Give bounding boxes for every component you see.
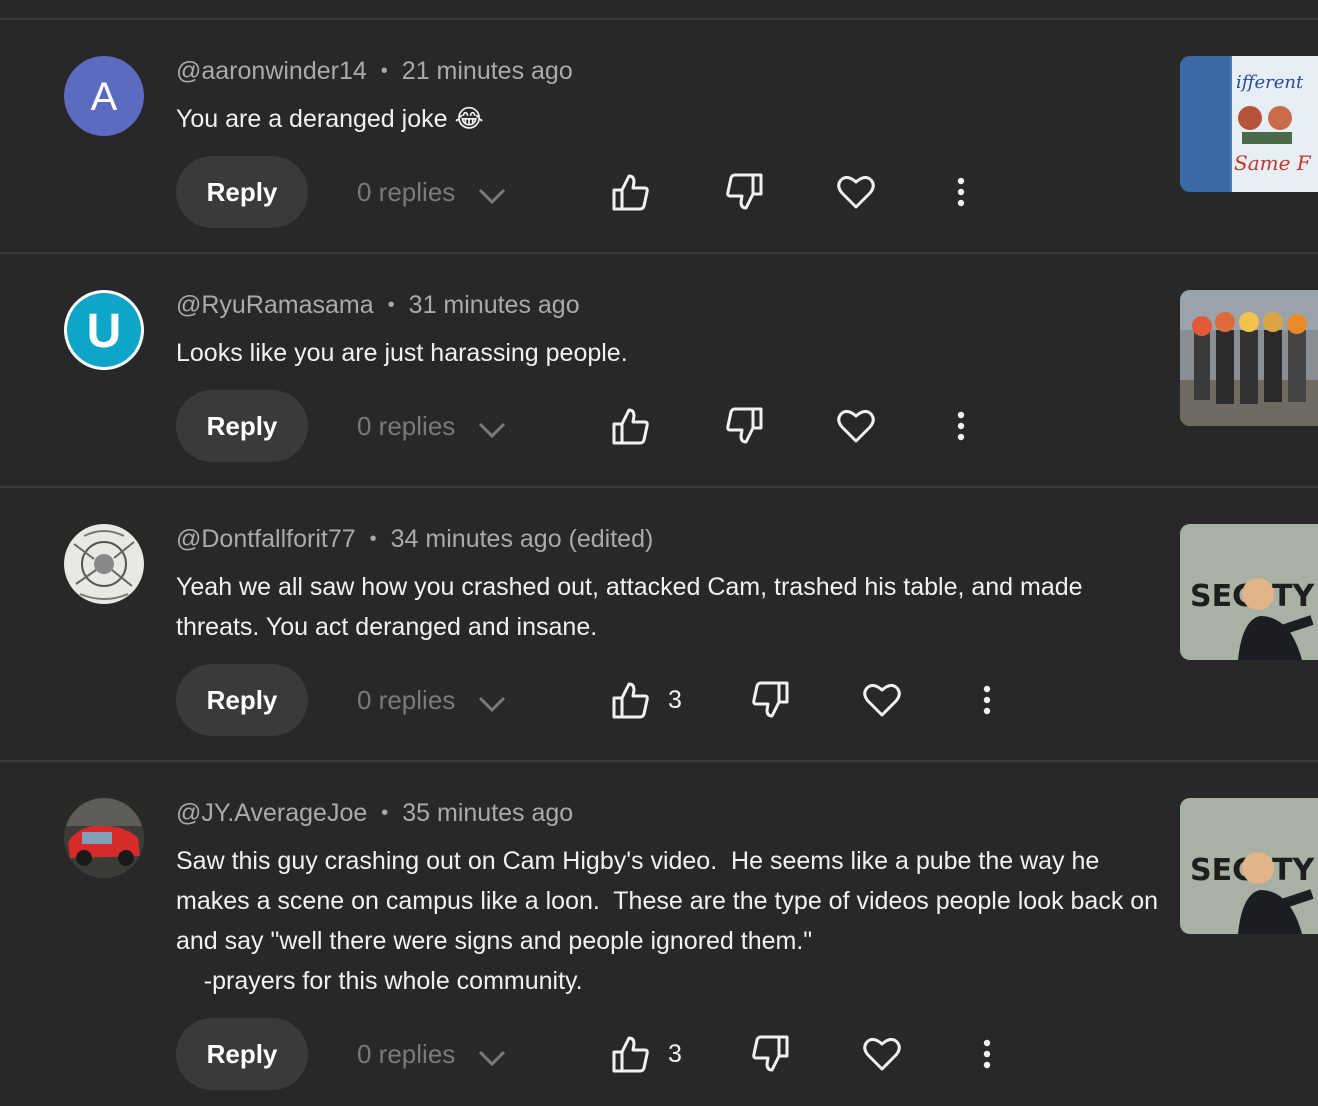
comment-text: You are a deranged joke 😂 (176, 105, 484, 133)
comments-page: A @aaronwinder14 • 21 minutes ago You are … (0, 0, 1318, 1106)
video-thumbnail[interactable]: ifferent Same F (1180, 56, 1318, 192)
more-icon (982, 1039, 992, 1069)
like-button[interactable]: 3 (612, 1032, 682, 1076)
like-icon (612, 172, 650, 212)
heart-button[interactable] (836, 170, 876, 214)
separator-dot: • (387, 294, 395, 316)
avatar[interactable]: U (64, 290, 144, 370)
like-count: 3 (668, 1039, 682, 1068)
replies-count: 0 replies (357, 684, 456, 715)
more-icon (956, 177, 966, 207)
thumbnail-caption-bottom: TY T (1272, 579, 1318, 614)
separator-dot: • (381, 802, 389, 824)
comment-author[interactable]: @JY.AverageJoe (176, 799, 367, 827)
more-button[interactable] (956, 404, 966, 448)
comment-3: @JY.AverageJoe • 35 minutes ago Saw this g… (0, 762, 1318, 1106)
comment-actions: Reply 0 replies (176, 156, 1036, 228)
avatar-letter: A (91, 75, 118, 119)
video-thumbnail[interactable] (1180, 290, 1318, 426)
dislike-button[interactable] (725, 170, 763, 214)
comment-1: U @RyuRamasama • 31 minutes ago Looks like… (0, 254, 1318, 488)
reply-button[interactable]: Reply (176, 390, 308, 462)
avatar[interactable]: A (64, 56, 144, 136)
comment-author[interactable]: @RyuRamasama (176, 291, 374, 319)
heart-icon (862, 1035, 902, 1073)
heart-button[interactable] (862, 1032, 902, 1076)
comment-author[interactable]: @aaronwinder14 (176, 57, 367, 85)
reply-button[interactable]: Reply (176, 1018, 308, 1090)
replies-toggle[interactable]: 0 replies (357, 156, 507, 228)
like-icon (612, 680, 650, 720)
comment-time: 34 minutes ago (edited) (390, 525, 654, 553)
thumbnail-caption-bottom: TY T (1272, 853, 1318, 888)
comment-actions: Reply 0 replies (176, 390, 1036, 462)
thumbnail-caption-bottom: Same F (1234, 151, 1312, 175)
comment-meta: @RyuRamasama • 31 minutes ago (176, 290, 580, 320)
replies-toggle[interactable]: 0 replies (357, 664, 507, 736)
replies-toggle[interactable]: 0 replies (357, 1018, 507, 1090)
more-button[interactable] (956, 170, 966, 214)
replies-count: 0 replies (357, 410, 456, 441)
avatar[interactable] (64, 798, 144, 878)
comment-2: @Dontfallforit77 • 34 minutes ago (edited)… (0, 488, 1318, 762)
like-count: 3 (668, 685, 682, 714)
replies-count: 0 replies (357, 1038, 456, 1069)
comment-author[interactable]: @Dontfallforit77 (176, 525, 356, 553)
more-button[interactable] (982, 1032, 992, 1076)
avatar-letter: U (87, 305, 122, 358)
dislike-icon (751, 680, 789, 720)
dislike-icon (725, 406, 763, 446)
like-icon (612, 1034, 650, 1074)
dislike-button[interactable] (725, 404, 763, 448)
comment-time: 35 minutes ago (402, 799, 574, 827)
separator-dot: • (369, 528, 377, 550)
video-thumbnail[interactable]: SEC TY T (1180, 524, 1318, 660)
like-button[interactable] (612, 404, 668, 448)
dislike-icon (725, 172, 763, 212)
comment-actions: Reply 0 replies 3 (176, 664, 1036, 736)
comment-text: Saw this guy crashing out on Cam Higby's… (176, 847, 1159, 995)
like-button[interactable]: 3 (612, 678, 682, 722)
dislike-button[interactable] (751, 678, 789, 722)
dislike-button[interactable] (751, 1032, 789, 1076)
thumbnail-caption-top: ifferent (1236, 72, 1304, 93)
chevron-down-icon (477, 690, 507, 713)
heart-button[interactable] (862, 678, 902, 722)
chevron-down-icon (477, 182, 507, 205)
comment-meta: @aaronwinder14 • 21 minutes ago (176, 56, 573, 86)
comment-meta: @Dontfallforit77 • 34 minutes ago (edited) (176, 524, 653, 554)
like-button[interactable] (612, 170, 668, 214)
like-icon (612, 406, 650, 446)
comment-time: 21 minutes ago (401, 57, 573, 85)
heart-icon (836, 407, 876, 445)
replies-toggle[interactable]: 0 replies (357, 390, 507, 462)
more-icon (956, 411, 966, 441)
comment-0: A @aaronwinder14 • 21 minutes ago You are … (0, 20, 1318, 254)
reply-button[interactable]: Reply (176, 156, 308, 228)
more-button[interactable] (982, 678, 992, 722)
video-thumbnail[interactable]: SEC TY T (1180, 798, 1318, 934)
separator-dot: • (380, 60, 388, 82)
comment-meta: @JY.AverageJoe • 35 minutes ago (176, 798, 573, 828)
avatar[interactable] (64, 524, 144, 604)
comment-text: Looks like you are just harassing people… (176, 339, 628, 367)
reply-button[interactable]: Reply (176, 664, 308, 736)
comment-time: 31 minutes ago (408, 291, 580, 319)
chevron-down-icon (477, 1044, 507, 1067)
comment-text: Yeah we all saw how you crashed out, att… (176, 573, 1090, 641)
dislike-icon (751, 1034, 789, 1074)
chevron-down-icon (477, 416, 507, 439)
more-icon (982, 685, 992, 715)
heart-icon (862, 681, 902, 719)
comment-actions: Reply 0 replies 3 (176, 1018, 1036, 1090)
heart-button[interactable] (836, 404, 876, 448)
heart-icon (836, 173, 876, 211)
replies-count: 0 replies (357, 176, 456, 207)
